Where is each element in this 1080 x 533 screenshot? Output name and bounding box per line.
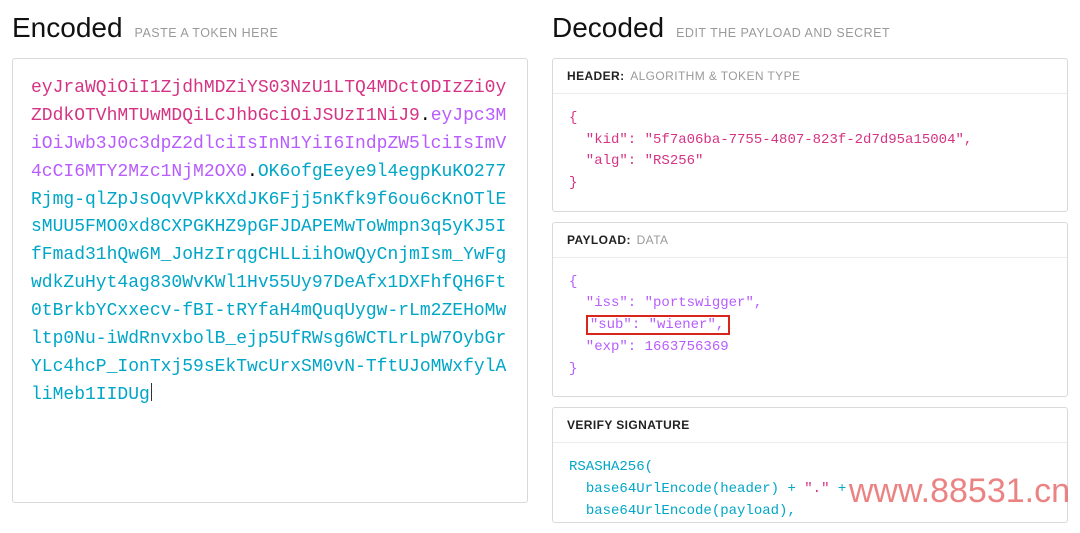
payload-section-label: PAYLOAD:	[567, 233, 631, 247]
jwt-signature-segment: OK6ofgEeye9l4egpKuKO277Rjmg-qlZpJsOqvVPk…	[31, 162, 506, 405]
payload-sub-value: wiener	[657, 317, 707, 333]
payload-section: PAYLOAD: DATA { "iss": "portswigger", "s…	[552, 222, 1068, 397]
header-kid-value: 5f7a06ba-7755-4807-823f-2d7d95a15004	[653, 132, 955, 148]
decoded-title: Decoded	[552, 12, 664, 44]
header-alg-value: RS256	[653, 153, 695, 169]
jwt-token[interactable]: eyJraWQiOiI1ZjdhMDZiYS03NzU1LTQ4MDctODIz…	[31, 75, 509, 410]
decoded-column: Decoded EDIT THE PAYLOAD AND SECRET HEAD…	[552, 8, 1068, 533]
verify-dot-str: "."	[804, 481, 829, 497]
header-section: HEADER: ALGORITHM & TOKEN TYPE { "kid": …	[552, 58, 1068, 212]
jwt-dot-2: .	[247, 162, 258, 182]
encoded-panel[interactable]: eyJraWQiOiI1ZjdhMDZiYS03NzU1LTQ4MDctODIz…	[12, 58, 528, 503]
header-json[interactable]: { "kid": "5f7a06ba-7755-4807-823f-2d7d95…	[553, 94, 1067, 211]
payload-section-desc: DATA	[637, 233, 669, 247]
decoded-title-row: Decoded EDIT THE PAYLOAD AND SECRET	[552, 12, 1068, 44]
verify-section-label: VERIFY SIGNATURE	[567, 418, 690, 432]
text-caret	[151, 383, 152, 401]
header-section-head: HEADER: ALGORITHM & TOKEN TYPE	[553, 59, 1067, 94]
header-section-desc: ALGORITHM & TOKEN TYPE	[630, 69, 800, 83]
encoded-title-row: Encoded PASTE A TOKEN HERE	[12, 12, 528, 44]
payload-json[interactable]: { "iss": "portswigger", "sub": "wiener",…	[553, 258, 1067, 396]
verify-l1a: base64UrlEncode(header)	[586, 481, 779, 497]
verify-section-head: VERIFY SIGNATURE	[553, 408, 1067, 443]
encoded-column: Encoded PASTE A TOKEN HERE eyJraWQiOiI1Z…	[12, 8, 528, 533]
payload-exp-value: 1663756369	[645, 339, 729, 355]
header-section-label: HEADER:	[567, 69, 624, 83]
verify-section: VERIFY SIGNATURE RSASHA256( base64UrlEnc…	[552, 407, 1068, 523]
verify-body[interactable]: RSASHA256( base64UrlEncode(header) + "."…	[553, 443, 1067, 522]
decoded-subtitle: EDIT THE PAYLOAD AND SECRET	[676, 26, 890, 40]
verify-fn: RSASHA256(	[569, 459, 653, 475]
payload-iss-value: portswigger	[653, 295, 745, 311]
encoded-title: Encoded	[12, 12, 123, 44]
payload-sub-highlight: "sub": "wiener",	[586, 315, 730, 335]
jwt-dot-1: .	[420, 106, 431, 126]
payload-section-head: PAYLOAD: DATA	[553, 223, 1067, 258]
verify-l2a: base64UrlEncode(payload)	[586, 503, 788, 519]
encoded-subtitle: PASTE A TOKEN HERE	[135, 26, 279, 40]
